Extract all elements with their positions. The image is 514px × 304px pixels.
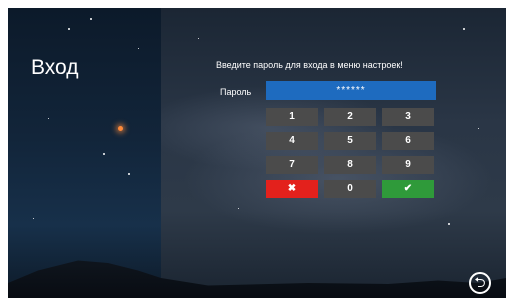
key-9[interactable]: 9 — [382, 156, 434, 174]
key-4[interactable]: 4 — [266, 132, 318, 150]
key-1[interactable]: 1 — [266, 108, 318, 126]
password-prompt: Введите пароль для входа в меню настроек… — [216, 60, 403, 70]
key-0[interactable]: 0 — [324, 180, 376, 198]
page-title: Вход — [31, 56, 79, 79]
star — [68, 28, 70, 30]
star — [128, 173, 130, 175]
check-icon: ✔ — [403, 183, 413, 194]
star — [138, 48, 139, 49]
password-field[interactable]: ****** — [266, 81, 436, 100]
left-panel — [8, 8, 161, 298]
key-2[interactable]: 2 — [324, 108, 376, 126]
key-7[interactable]: 7 — [266, 156, 318, 174]
star — [463, 28, 465, 30]
key-5[interactable]: 5 — [324, 132, 376, 150]
star — [90, 18, 92, 20]
cancel-button[interactable]: ✖ — [266, 180, 318, 198]
key-6[interactable]: 6 — [382, 132, 434, 150]
star — [448, 223, 450, 225]
star — [103, 153, 105, 155]
device-screen: Вход Введите пароль для входа в меню нас… — [8, 8, 506, 298]
back-arrow-icon: ⮌ — [474, 274, 486, 290]
star — [478, 128, 479, 129]
confirm-button[interactable]: ✔ — [382, 180, 434, 198]
close-icon: ✖ — [287, 183, 297, 194]
bright-star — [118, 126, 123, 131]
password-label: Пароль — [220, 87, 252, 97]
star — [238, 208, 239, 209]
key-8[interactable]: 8 — [324, 156, 376, 174]
star — [198, 38, 199, 39]
back-button[interactable]: ⮌ — [469, 272, 491, 294]
star — [33, 218, 34, 219]
key-3[interactable]: 3 — [382, 108, 434, 126]
star — [48, 118, 49, 119]
